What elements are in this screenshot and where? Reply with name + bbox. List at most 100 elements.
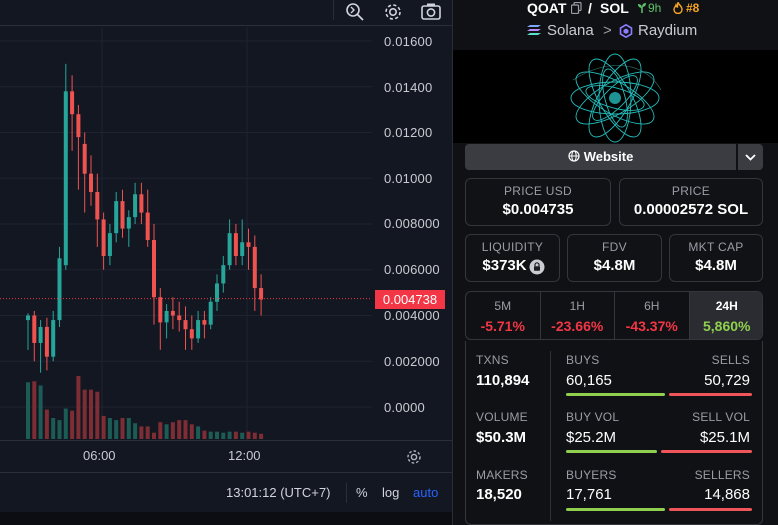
token-info-panel: QOAT / SOL 9h #8 Solana > Raydium Websit… <box>452 0 778 525</box>
settings-gear-icon[interactable] <box>382 1 404 23</box>
sell-vol-label: SELL VOL <box>692 410 750 424</box>
tab-6h[interactable]: 6H -43.37% <box>615 292 690 339</box>
volume-bar <box>215 431 219 439</box>
price-axis-label: 0.002000 <box>384 354 440 369</box>
website-row: Website <box>465 144 763 170</box>
stats-divider <box>550 351 551 521</box>
tab-label: 6H <box>644 299 660 313</box>
chart-settings-icon[interactable] <box>405 448 423 466</box>
tab-24h[interactable]: 24H 5,860% <box>689 292 762 339</box>
clock-timezone[interactable]: 13:01:12 (UTC+7) <box>226 485 330 500</box>
price-axis-label: 0.01200 <box>384 125 433 140</box>
quick-search-icon[interactable] <box>344 1 366 23</box>
candle-body <box>183 320 188 330</box>
candle-body <box>126 217 131 229</box>
token-banner-image <box>453 50 778 143</box>
auto-scale-button[interactable]: auto <box>413 485 438 500</box>
candle-body <box>139 194 144 213</box>
buys-label: BUYS <box>566 353 600 367</box>
buyers-ratio-bar <box>566 508 665 511</box>
liquidity-label: LIQUIDITY <box>481 240 544 254</box>
volume-bar <box>221 432 226 439</box>
lock-icon[interactable] <box>529 259 545 280</box>
timeframe-tabs: 5M -5.71% 1H -23.66% 6H -43.37% 24H 5,86… <box>465 291 763 340</box>
market-cap-value: $4.8M <box>695 257 737 274</box>
volume-bar <box>89 389 93 439</box>
chart-pane: 0.01600 0.01400 0.01200 0.01000 0.008000… <box>0 0 452 525</box>
buyers-label: BUYERS <box>566 468 617 482</box>
candle-body <box>240 242 245 257</box>
log-scale-button[interactable]: log <box>382 485 399 500</box>
pair-age: 9h <box>648 1 662 15</box>
time-axis: 06:00 12:00 <box>0 440 452 472</box>
price-axis-label: 0.006000 <box>384 262 440 277</box>
candle-body <box>170 310 175 316</box>
copy-icon[interactable] <box>570 1 582 17</box>
candle-body <box>221 265 226 284</box>
volume-bar <box>208 431 213 439</box>
tab-change-value: 5,860% <box>703 318 751 334</box>
makers-value: 18,520 <box>476 486 522 503</box>
fdv-label: FDV <box>602 240 627 254</box>
camera-screenshot-icon[interactable] <box>420 1 442 23</box>
volume-bar <box>202 430 207 439</box>
volume-bar <box>133 423 138 439</box>
buy-vol-ratio-bar <box>566 450 657 453</box>
candle-body <box>26 315 30 321</box>
candle-body <box>208 301 213 325</box>
price-chart-svg <box>0 27 372 440</box>
chain-name[interactable]: Solana <box>547 22 594 39</box>
price-axis-label: 0.01400 <box>384 80 433 95</box>
volume-bar <box>152 432 156 439</box>
volume-bar <box>170 422 175 439</box>
price-usd-label: PRICE USD <box>503 184 573 198</box>
sells-value: 50,729 <box>704 372 750 389</box>
candle-body <box>196 320 201 339</box>
volume-bar <box>82 389 87 439</box>
chain-separator: > <box>603 22 612 39</box>
token-logo-art <box>570 53 662 143</box>
tab-5m[interactable]: 5M -5.71% <box>466 292 541 339</box>
volume-bar <box>227 431 232 439</box>
candle-body <box>114 201 119 234</box>
txns-value: 110,894 <box>476 372 530 389</box>
volume-bar <box>32 381 37 439</box>
fdv-card: FDV $4.8M <box>567 234 662 282</box>
chart-bottom-bar: 13:01:12 (UTC+7) % log auto <box>0 472 452 512</box>
time-axis-label: 12:00 <box>228 448 261 463</box>
volume-bar <box>189 424 194 439</box>
volume-bar <box>38 385 43 439</box>
volume-bar <box>126 418 131 439</box>
sell-vol-value: $25.1M <box>699 429 750 446</box>
volume-bar <box>120 418 125 439</box>
volume-bar <box>246 431 251 439</box>
candle-body <box>44 326 49 357</box>
volume-bar <box>164 424 169 439</box>
trending-rank: #8 <box>686 1 700 15</box>
links-dropdown-button[interactable] <box>738 144 763 170</box>
tab-label: 5M <box>494 299 512 313</box>
candle-body <box>120 201 125 229</box>
volume-bar <box>233 431 238 439</box>
volume-bar <box>183 420 188 439</box>
percent-scale-button[interactable]: % <box>356 485 368 500</box>
market-cap-label: MKT CAP <box>688 240 744 254</box>
dex-name[interactable]: Raydium <box>638 22 697 39</box>
buyers-value: 17,761 <box>566 486 612 503</box>
candlestick-plot[interactable] <box>0 27 372 440</box>
candle-body <box>252 246 257 289</box>
volume-bar <box>252 432 257 439</box>
price-axis-label: 0.01000 <box>384 171 433 186</box>
candle-body <box>259 288 264 300</box>
tab-label: 24H <box>715 299 738 313</box>
volume-bar <box>114 420 119 439</box>
raydium-icon <box>619 23 633 42</box>
candle-body <box>246 242 251 247</box>
website-button[interactable]: Website <box>465 144 736 170</box>
trade-stats: TXNS 110,894 BUYS SELLS 60,165 50,729 VO… <box>465 341 763 525</box>
candle-body <box>70 91 75 115</box>
toolbar-divider <box>333 0 334 20</box>
price-usd-value: $0.004735 <box>502 201 574 218</box>
volume-bar <box>177 420 182 439</box>
tab-1h[interactable]: 1H -23.66% <box>541 292 615 339</box>
